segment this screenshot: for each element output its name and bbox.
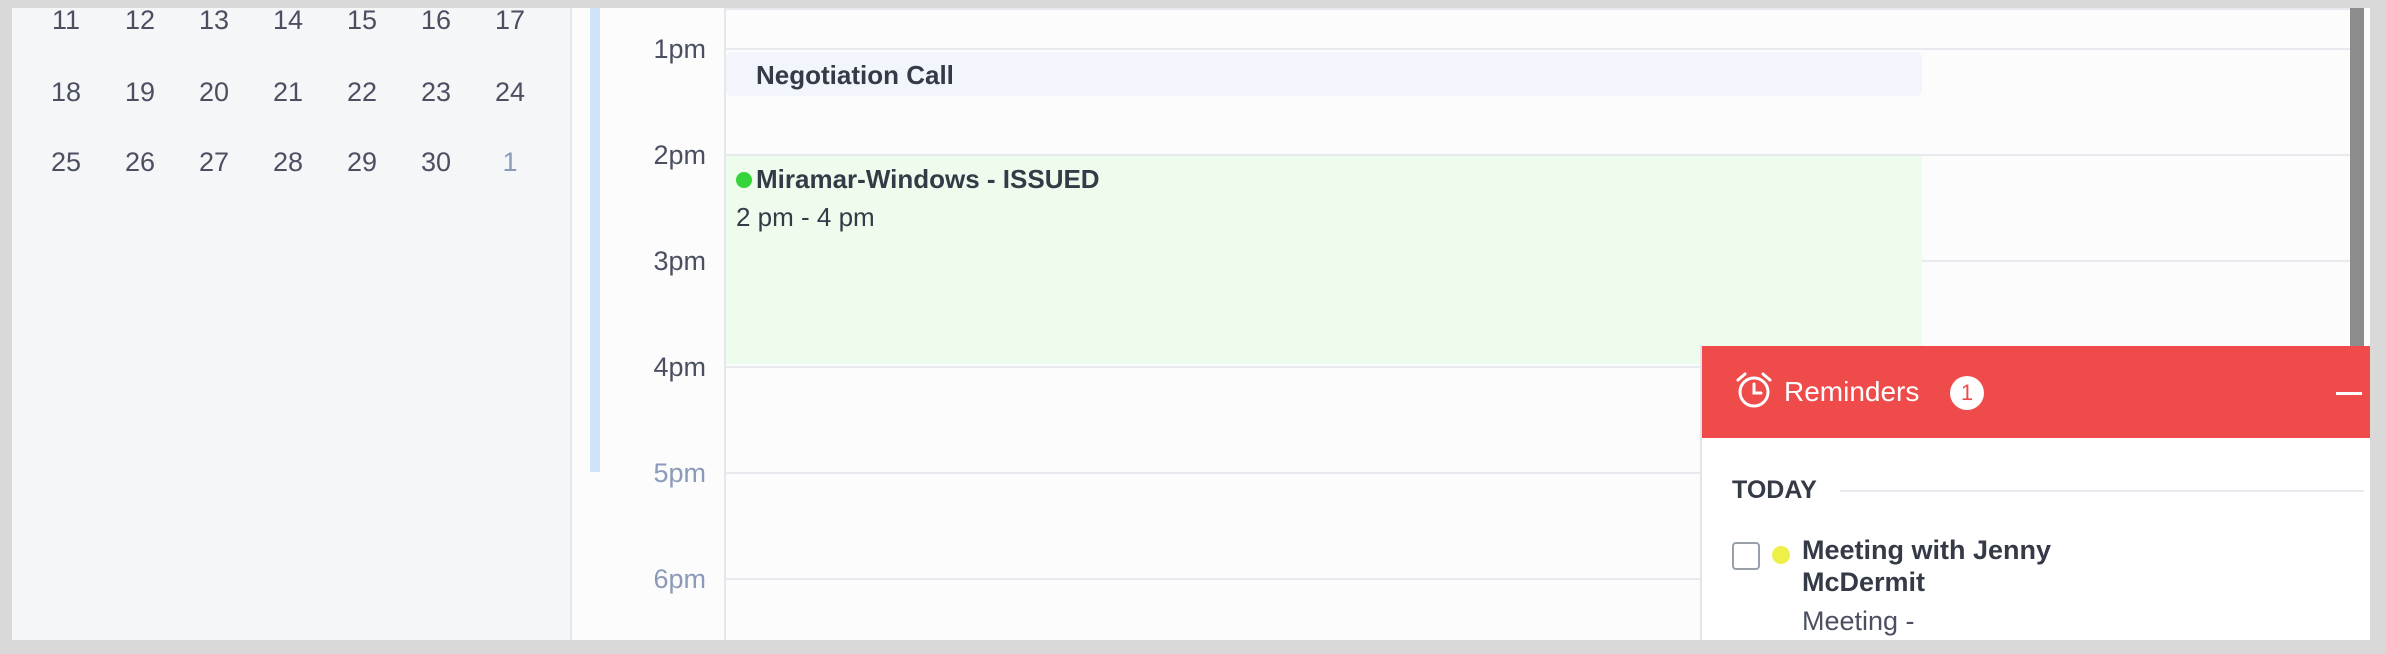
status-dot-icon [736,172,752,188]
current-time-indicator [590,8,600,472]
mini-calendar-day[interactable]: 21 [258,72,318,112]
reminder-status-dot-icon [1772,546,1790,564]
mini-calendar-week-row: 25 26 27 28 29 30 1 [36,142,556,182]
mini-calendar-day[interactable]: 20 [184,72,244,112]
mini-calendar-day[interactable]: 24 [480,72,540,112]
reminders-header[interactable]: Reminders 1 [1702,346,2370,438]
time-label: 3pm [653,246,706,276]
mini-calendar-day[interactable]: 15 [332,8,392,40]
hour-gridline [726,8,2356,10]
reminder-title[interactable]: Meeting with Jenny McDermit [1802,534,2132,598]
mini-calendar-day[interactable]: 16 [406,8,466,40]
mini-calendar-day[interactable]: 14 [258,8,318,40]
vertical-scrollbar[interactable] [2350,8,2364,348]
mini-calendar-week-row: 18 19 20 21 22 23 24 [36,72,556,112]
mini-calendar-day[interactable]: 25 [36,142,96,182]
event-miramar-windows[interactable]: Miramar-Windows - ISSUED 2 pm - 4 pm [726,156,1922,364]
reminders-section-heading: TODAY [1732,476,1817,504]
mini-calendar-day[interactable]: 13 [184,8,244,40]
event-title: Miramar-Windows - ISSUED [756,164,1100,194]
section-divider [1840,490,2364,492]
mini-calendar-day[interactable]: 26 [110,142,170,182]
hour-gridline [726,48,2356,50]
time-label: 5pm [653,458,706,488]
mini-calendar-day[interactable]: 28 [258,142,318,182]
mini-calendar-day[interactable]: 19 [110,72,170,112]
reminders-count-badge: 1 [1950,376,1984,410]
time-label: 4pm [653,352,706,382]
minimize-icon[interactable] [2336,392,2362,395]
reminders-title: Reminders [1784,376,1920,407]
time-label: 1pm [653,34,706,64]
event-time: 2 pm - 4 pm [736,202,875,232]
mini-calendar-day[interactable]: 12 [110,8,170,40]
alarm-clock-icon [1736,372,1772,408]
mini-calendar-day-next-month[interactable]: 1 [480,142,540,182]
mini-calendar-week-row: 11 12 13 14 15 16 17 [36,8,556,40]
time-label: 6pm [653,564,706,594]
event-title: Negotiation Call [756,60,954,90]
mini-calendar-day[interactable]: 27 [184,142,244,182]
app-frame: 11 12 13 14 15 16 17 18 19 20 21 22 23 2… [12,8,2370,640]
reminders-panel: Reminders 1 TODAY Meeting with Jenny McD… [1700,346,2370,640]
event-negotiation-call[interactable]: Negotiation Call [726,52,1922,96]
mini-calendar-day[interactable]: 29 [332,142,392,182]
mini-calendar-day[interactable]: 23 [406,72,466,112]
mini-calendar-day[interactable]: 30 [406,142,466,182]
reminder-checkbox[interactable] [1732,542,1760,570]
mini-calendar-day[interactable]: 22 [332,72,392,112]
mini-calendar-day[interactable]: 18 [36,72,96,112]
time-column: 1pm 2pm 3pm 4pm 5pm 6pm [602,8,726,640]
reminder-subtitle: Meeting - [1802,606,1915,636]
time-label: 2pm [653,140,706,170]
mini-calendar-panel: 11 12 13 14 15 16 17 18 19 20 21 22 23 2… [12,8,572,640]
mini-calendar-day[interactable]: 11 [36,8,96,40]
mini-calendar-day[interactable]: 17 [480,8,540,40]
